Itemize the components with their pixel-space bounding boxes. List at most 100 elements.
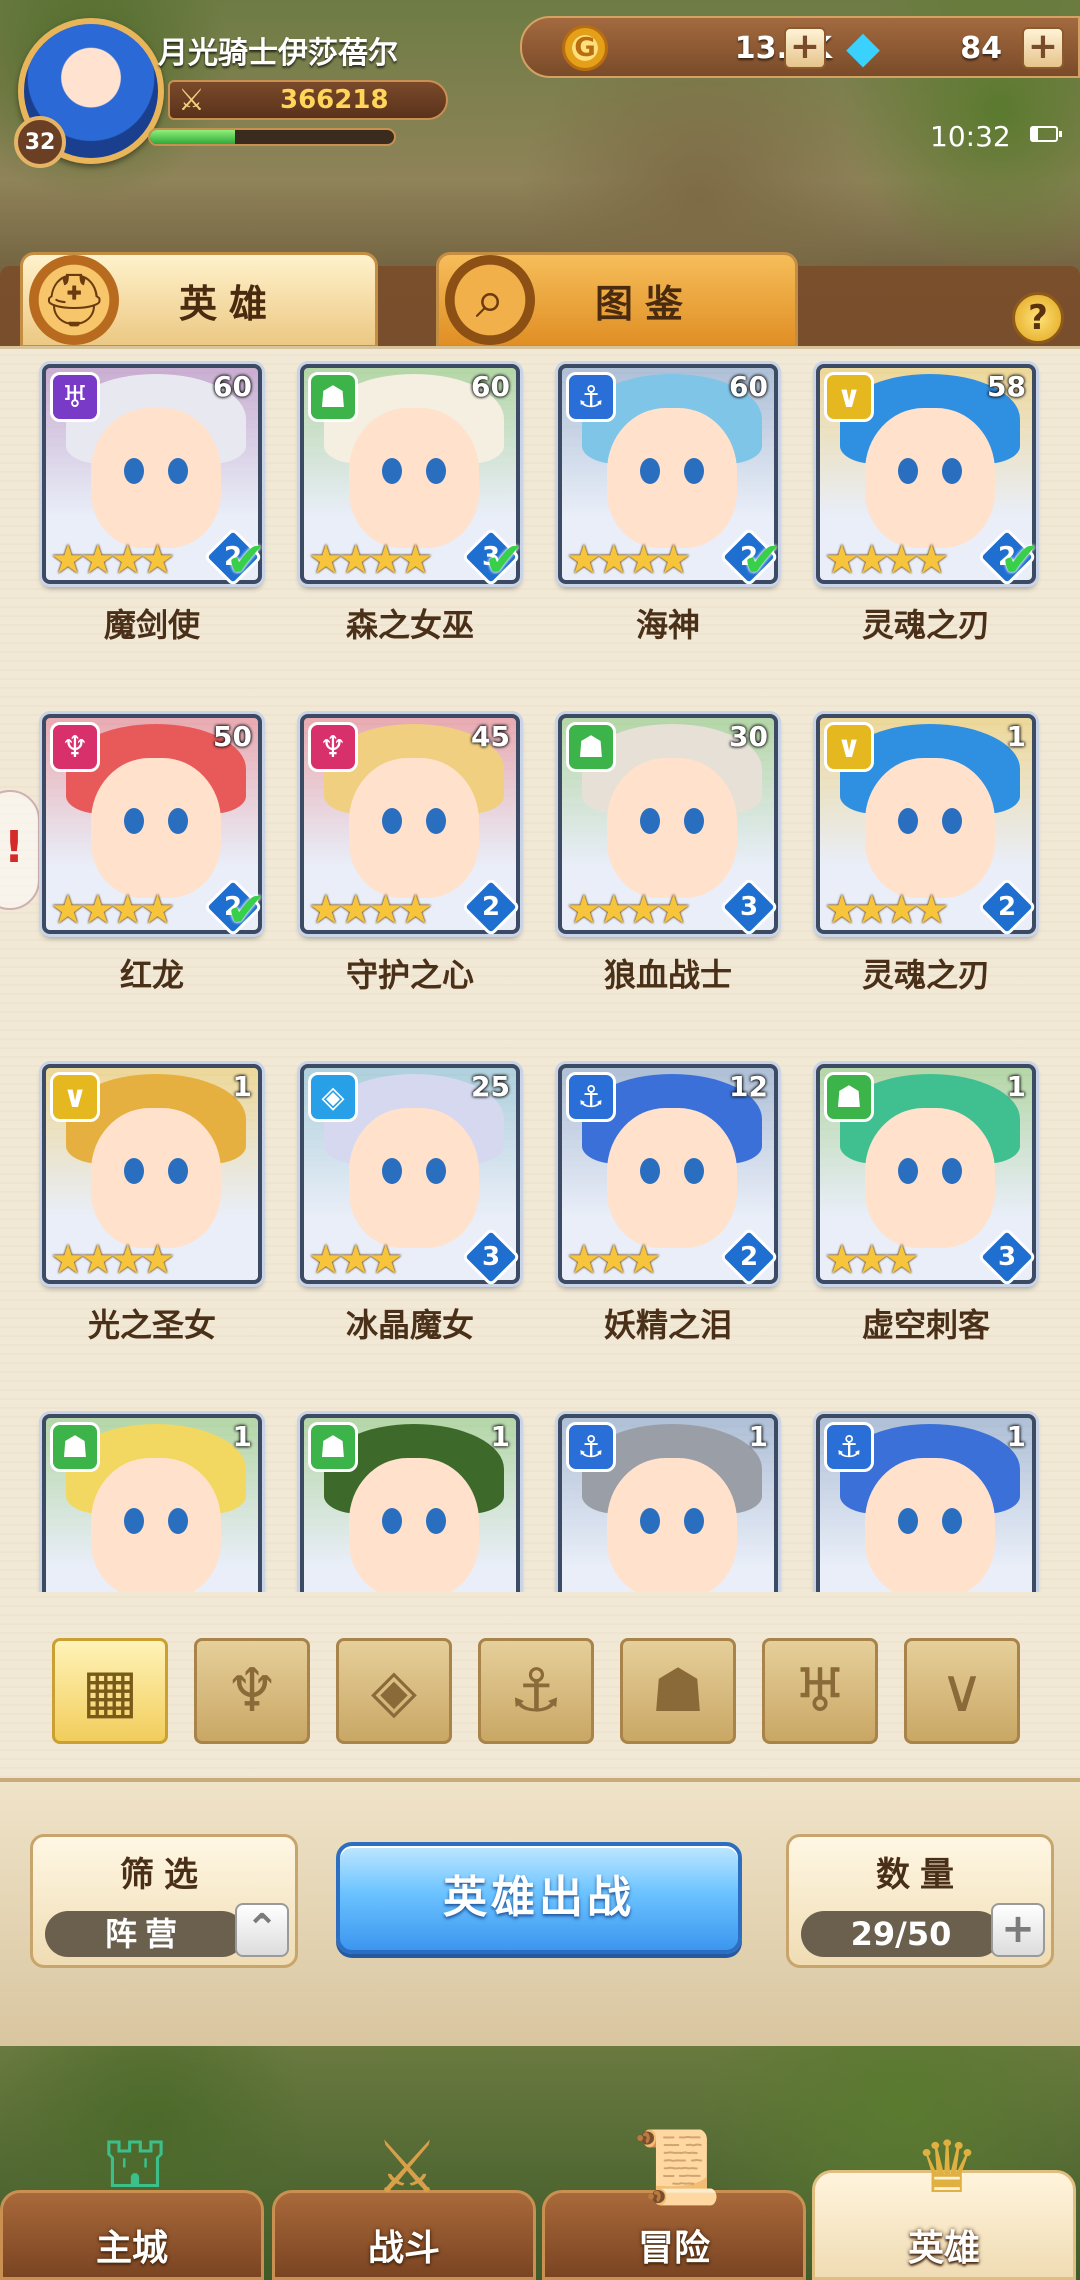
hero-card[interactable]: ☗ 1 ★ ★ ★ 3 虚空刺客: [816, 1064, 1037, 1354]
light-faction-icon: ∨: [824, 372, 874, 422]
hero-card[interactable]: ♅ 60 ★ ★ ★ ★ 2 ✔ 魔剑使: [42, 364, 266, 654]
star-icon: ★: [655, 537, 692, 583]
hero-card[interactable]: ☗ 1: [42, 1414, 262, 1592]
filter-value[interactable]: 阵营: [45, 1911, 245, 1957]
hero-eye: [168, 808, 188, 834]
light-faction-filter-button[interactable]: ∨: [904, 1638, 1020, 1744]
crossed-swords-icon: ⚔: [178, 83, 205, 118]
hero-card[interactable]: ⚓ 12 ★ ★ ★ 2 妖精之泪: [558, 1064, 779, 1354]
hero-card[interactable]: ♆ 50 ★ ★ ★ ★ 2 ✔ 红龙: [42, 714, 266, 1004]
nav-tab[interactable]: ♛ 英雄: [812, 2125, 1076, 2280]
city-gate-icon: ⛫: [101, 2120, 169, 2204]
add-gems-button[interactable]: +: [1022, 27, 1064, 69]
add-gold-button[interactable]: +: [784, 27, 826, 69]
hero-face: [91, 1108, 221, 1248]
hero-eye: [942, 458, 962, 484]
sea-faction-icon: ⚓: [566, 1422, 616, 1472]
beast-faction-icon: ☗: [824, 1072, 874, 1122]
battery-icon: [1030, 126, 1062, 142]
ice-faction-filter-button[interactable]: ◈: [336, 1638, 452, 1744]
beast-faction-filter-button[interactable]: ☗: [620, 1638, 736, 1744]
hero-eye: [640, 808, 660, 834]
hero-level: 50: [213, 720, 252, 753]
star-icon: ★: [139, 1237, 176, 1283]
tab-heroes[interactable]: ⛑ 英雄: [20, 252, 378, 348]
hero-eye: [426, 1508, 446, 1534]
hero-portrait: ∨ 1 ★ ★ ★ ★: [42, 1064, 262, 1284]
hero-face: [349, 1458, 479, 1592]
hero-face: [349, 758, 479, 898]
hero-card[interactable]: ∨ 1 ★ ★ ★ ★ 2 灵魂之刃: [816, 714, 1037, 1004]
hero-level: 1: [232, 1420, 252, 1453]
ice-faction-icon: ◈: [308, 1072, 358, 1122]
xp-bar: [148, 128, 396, 146]
hero-level: 1: [1006, 720, 1026, 753]
hero-eye: [382, 1158, 402, 1184]
nav-tab[interactable]: ⚔ 战斗: [272, 2125, 536, 2280]
dark-faction-icon: ♅: [50, 372, 100, 422]
fire-faction-filter-button[interactable]: ♆: [194, 1638, 310, 1744]
help-button[interactable]: ?: [1012, 292, 1064, 344]
dark-faction-filter-button[interactable]: ♅: [762, 1638, 878, 1744]
hero-level: 1: [232, 1070, 252, 1103]
hero-level: 60: [471, 370, 510, 403]
hero-card[interactable]: ⚓ 1: [558, 1414, 778, 1592]
hero-card[interactable]: ☗ 30 ★ ★ ★ ★ 3 狼血战士: [558, 714, 779, 1004]
hero-eye: [382, 1508, 402, 1534]
nav-label: 战斗: [367, 2228, 440, 2269]
expand-capacity-button[interactable]: +: [991, 1903, 1045, 1957]
hero-level: 60: [213, 370, 252, 403]
filter-toggle-button[interactable]: ⌃: [235, 1903, 289, 1957]
currency-strip: G 13.5K + ◆ 84 +: [520, 16, 1080, 78]
tab-codex[interactable]: ⌕ 图鉴: [436, 252, 798, 348]
hero-name: 森之女巫: [345, 606, 474, 644]
hero-card[interactable]: ☗ 60 ★ ★ ★ ★ 3 ✔ 森之女巫: [300, 364, 524, 654]
hero-eye: [426, 458, 446, 484]
filter-box: 筛选 阵营 ⌃: [30, 1834, 298, 1968]
hero-stars: ★ ★ ★ ★: [50, 540, 175, 580]
hero-count-value: 29/50: [801, 1911, 1001, 1957]
nav-tab[interactable]: 📜 冒险: [542, 2125, 806, 2280]
hero-name: 守护之心: [345, 956, 474, 994]
combat-power-value: 366218: [280, 85, 389, 115]
hero-level: 58: [987, 370, 1026, 403]
hero-eye: [426, 808, 446, 834]
hero-eye: [426, 1158, 446, 1184]
hero-card[interactable]: ⚓ 1: [816, 1414, 1036, 1592]
hero-eye: [684, 1158, 704, 1184]
light-faction-icon: ∨: [50, 1072, 100, 1122]
player-avatar[interactable]: 32: [14, 18, 164, 168]
anchor-faction-icon: ⚓: [509, 1656, 563, 1726]
light-faction-icon: ∨: [824, 722, 874, 772]
deploy-heroes-button[interactable]: 英雄出战: [336, 1842, 742, 1954]
hero-portrait: ⚓ 1: [816, 1414, 1036, 1592]
sea-faction-icon: ⚓: [566, 1072, 616, 1122]
hero-name: 妖精之泪: [603, 1306, 732, 1344]
hero-face: [91, 758, 221, 898]
hero-stars: ★ ★ ★ ★: [308, 890, 433, 930]
hero-eye: [640, 458, 660, 484]
beast-faction-icon: ☗: [308, 1422, 358, 1472]
hero-card[interactable]: ♆ 45 ★ ★ ★ ★ 2 守护之心: [300, 714, 521, 1004]
hero-level: 45: [471, 720, 510, 753]
anchor-faction-filter-button[interactable]: ⚓: [478, 1638, 594, 1744]
hero-card[interactable]: ◈ 25 ★ ★ ★ 3 冰晶魔女: [300, 1064, 521, 1354]
hero-eye: [124, 1508, 144, 1534]
grid-all-filter-button[interactable]: ▦: [52, 1638, 168, 1744]
star-icon: ★: [397, 887, 434, 933]
hero-face: [349, 1108, 479, 1248]
nav-tab[interactable]: ⛫ 主城: [0, 2120, 264, 2280]
combat-power-bar: ⚔ 366218: [168, 80, 448, 120]
hero-level: 30: [729, 720, 768, 753]
hero-level: 1: [748, 1420, 768, 1453]
hero-card[interactable]: ☗ 1: [300, 1414, 520, 1592]
hero-level: 25: [471, 1070, 510, 1103]
hero-face: [349, 408, 479, 548]
hero-rank-value: 3: [739, 892, 759, 922]
hero-rank-value: 3: [481, 1242, 501, 1272]
hero-card[interactable]: ∨ 1 ★ ★ ★ ★ 光之圣女: [42, 1064, 262, 1354]
hero-card[interactable]: ⚓ 60 ★ ★ ★ ★ 2 ✔ 海神: [558, 364, 782, 654]
hero-level: 12: [729, 1070, 768, 1103]
hero-rank-value: 2: [481, 892, 501, 922]
hero-card[interactable]: ∨ 58 ★ ★ ★ ★ 2 ✔ 灵魂之刃: [816, 364, 1040, 654]
